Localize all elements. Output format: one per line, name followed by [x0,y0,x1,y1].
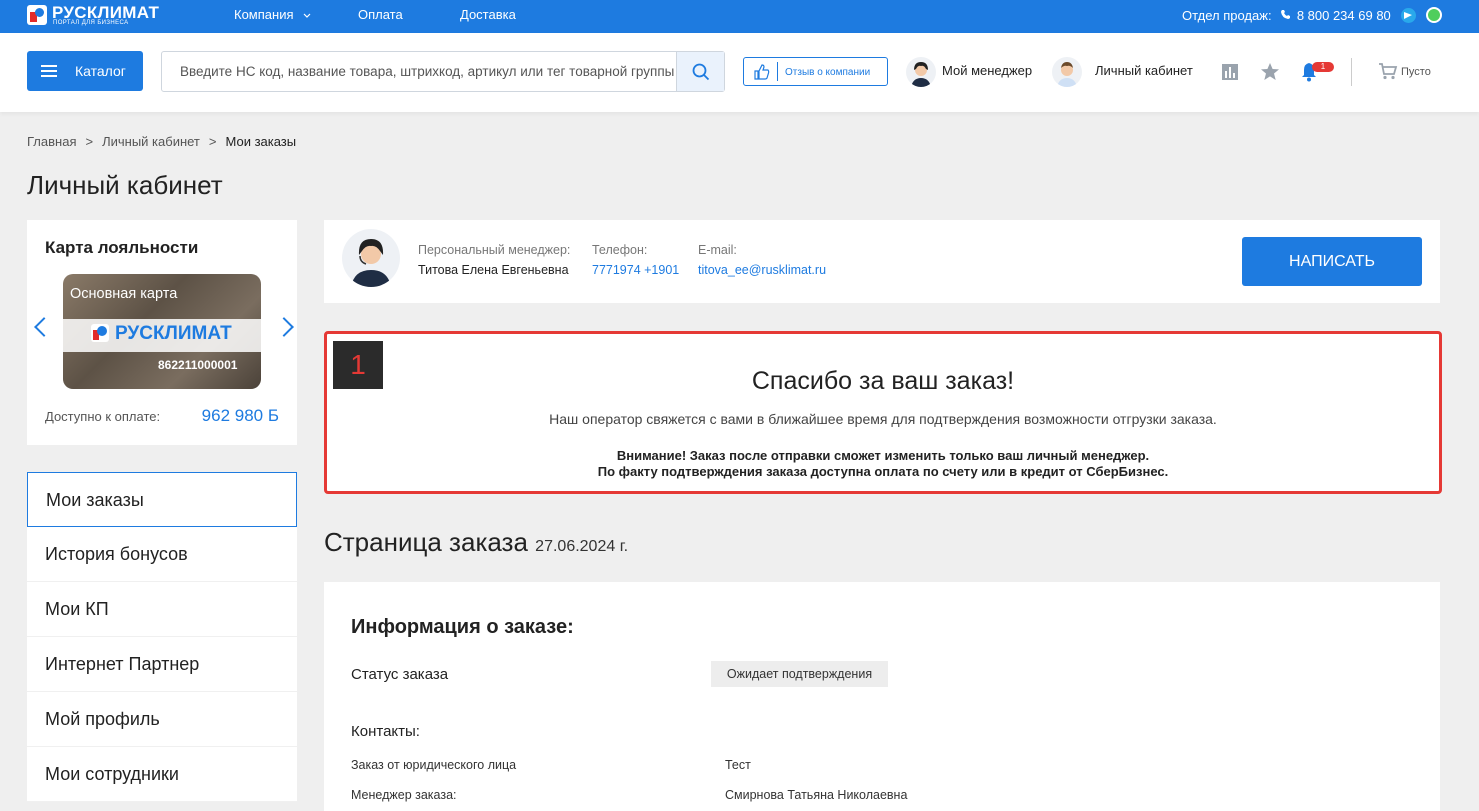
manager-avatar-icon [351,239,391,287]
manager-email[interactable]: titova_ee@rusklimat.ru [698,263,826,277]
loyalty-card-panel: Карта лояльности Основная карта РУСКЛИМА… [27,220,297,445]
write-button[interactable]: НАПИСАТЬ [1242,237,1422,286]
breadcrumb: Главная > Личный кабинет > Мои заказы [27,134,296,149]
status-badge: Ожидает подтверждения [711,661,888,687]
compare-icon[interactable] [1221,63,1239,81]
menu-item-bonus-history[interactable]: История бонусов [27,527,297,582]
catalog-label: Каталог [75,63,126,79]
manager-card: Персональный менеджер: Титова Елена Евге… [324,220,1440,303]
card-brand: РУСКЛИМАТ [115,323,232,344]
user-avatar-icon [1057,62,1077,87]
notification-badge: 1 [1312,62,1334,72]
account-avatar[interactable] [1052,57,1082,87]
thanks-warning-1: Внимание! Заказ после отправки сможет из… [616,448,1150,463]
sales-phone[interactable]: 8 800 234 69 80 [1297,8,1391,23]
whatsapp-icon[interactable] [1426,7,1442,23]
account-menu: Мои заказы История бонусов Мои КП Интерн… [27,472,297,802]
menu-item-my-employees[interactable]: Мои сотрудники [27,747,297,802]
contacts-title: Контакты: [351,723,420,740]
order-info-panel: Информация о заказе: Статус заказа Ожида… [324,582,1440,811]
nav-payment[interactable]: Оплата [358,7,403,22]
nav-company-label: Компания [234,7,294,22]
manager-photo [342,229,400,287]
manager-avatar[interactable] [906,57,936,87]
card-logo-icon [91,324,109,342]
order-page-title: Страница заказа 27.06.2024 г. [324,527,628,558]
thanks-title: Спасибо за ваш заказ! [751,367,1015,395]
manager-phone[interactable]: 7771974 +1901 [592,263,679,277]
menu-item-my-profile[interactable]: Мой профиль [27,692,297,747]
breadcrumb-separator: > [85,134,94,149]
breadcrumb-separator: > [208,134,217,149]
divider [1351,58,1352,86]
order-manager-value: Смирнова Татьяна Николаевна [725,788,908,802]
breadcrumb-account[interactable]: Личный кабинет [102,134,200,149]
catalog-button[interactable]: Каталог [27,51,143,91]
telegram-icon[interactable] [1401,8,1416,23]
legal-entity-label: Заказ от юридического лица [351,758,517,772]
search-input[interactable] [162,52,677,91]
favorites-star-icon[interactable] [1260,62,1280,81]
legal-entity-value: Тест [725,758,751,772]
phone-icon [1281,10,1291,19]
account-link[interactable]: Личный кабинет [1095,63,1193,78]
manager-label: Персональный менеджер: [418,243,571,257]
manager-avatar-icon [911,62,931,87]
breadcrumb-current: Мои заказы [225,134,297,149]
nav-delivery[interactable]: Доставка [460,7,516,22]
menu-item-my-kp[interactable]: Мои КП [27,582,297,637]
divider [777,62,778,81]
main-header: Каталог Отзыв о компании Мой менеджер Ли… [0,33,1479,112]
order-title-text: Страница заказа [324,527,528,557]
search-bar [161,51,725,92]
logo-subtitle: ПОРТАЛ ДЛЯ БИЗНЕСА [53,20,129,26]
search-button[interactable] [676,52,724,91]
review-button[interactable]: Отзыв о компании [743,57,888,86]
logo-mark-icon [27,5,47,25]
menu-item-internet-partner[interactable]: Интернет Партнер [27,637,297,692]
menu-icon [41,65,57,77]
chevron-right-icon[interactable] [274,317,294,337]
cart-label[interactable]: Пусто [1401,66,1431,78]
menu-item-my-orders[interactable]: Мои заказы [27,472,297,527]
sales-label: Отдел продаж: [1182,8,1272,23]
cart-icon[interactable] [1378,62,1398,80]
thumbs-up-icon [754,64,770,80]
top-bar: РУСКЛИМАТ ПОРТАЛ ДЛЯ БИЗНЕСА Компания Оп… [0,0,1479,33]
order-confirmation-box: 1 Спасибо за ваш заказ! Наш оператор свя… [324,331,1442,494]
page-title: Личный кабинет [27,170,223,200]
phone-label: Телефон: [592,243,648,257]
email-label: E-mail: [698,243,737,257]
chevron-left-icon[interactable] [34,317,54,337]
order-info-title: Информация о заказе: [351,616,574,638]
loyalty-title: Карта лояльности [45,238,199,257]
status-label: Статус заказа [351,666,449,683]
search-icon [692,63,710,81]
card-number: 862211000001 [158,358,238,372]
my-manager-link[interactable]: Мой менеджер [942,63,1032,78]
thanks-warning-2: По факту подтверждения заказа доступна о… [597,464,1169,479]
order-manager-label: Менеджер заказа: [351,788,457,802]
breadcrumb-home[interactable]: Главная [27,134,76,149]
available-value: 962 980 Б [201,406,279,425]
sales-contact: Отдел продаж: 8 800 234 69 80 [1182,8,1391,23]
review-label: Отзыв о компании [785,67,871,78]
available-label: Доступно к оплате: [45,409,161,424]
site-logo[interactable]: РУСКЛИМАТ ПОРТАЛ ДЛЯ БИЗНЕСА [27,3,177,29]
card-name: Основная карта [70,286,178,302]
order-date: 27.06.2024 г. [535,538,629,555]
loyalty-card[interactable]: Основная карта РУСКЛИМАТ 862211000001 [63,274,261,389]
thanks-text: Наш оператор свяжется с вами в ближайшее… [549,411,1217,427]
nav-company[interactable]: Компания [234,7,311,22]
chevron-down-icon [303,13,311,18]
manager-name: Титова Елена Евгеньевна [418,263,569,277]
